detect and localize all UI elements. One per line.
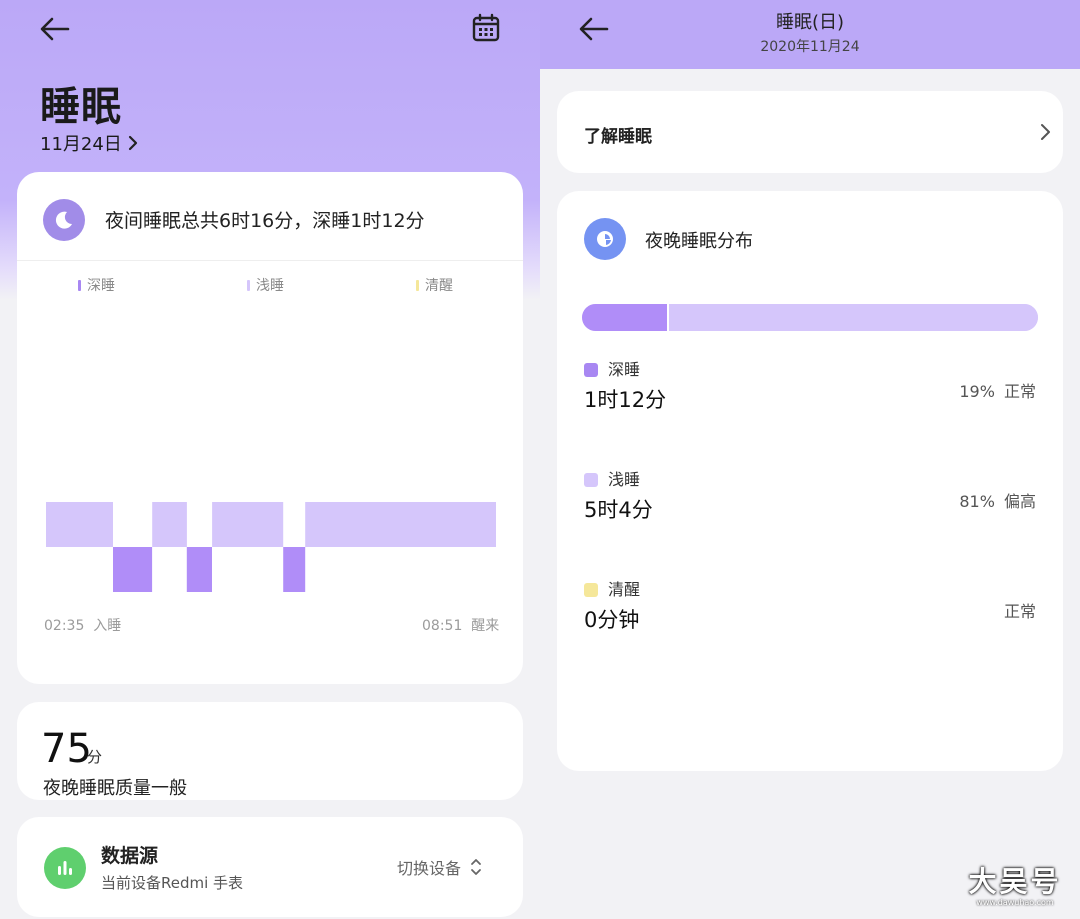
stage-info: 81% 偏高 <box>959 488 1036 512</box>
sleep-distribution-bar <box>582 304 1038 331</box>
page-title: 睡眠 <box>40 84 122 130</box>
stage-duration: 0分钟 <box>584 608 640 632</box>
learn-sleep-button[interactable]: 了解睡眠 <box>557 91 1063 173</box>
sleep-summary-card: 夜间睡眠总共6时16分，深睡1时12分 深睡 浅睡 清醒 02:35 入睡 08… <box>17 172 523 684</box>
sleep-segment-light <box>46 502 113 547</box>
date-label: 11月24日 <box>40 134 122 155</box>
sleep-score-card[interactable]: 75 分 夜晚睡眠质量一般 <box>17 702 523 800</box>
stage-name: 浅睡 <box>608 470 641 489</box>
switch-device-label: 切换设备 <box>397 859 462 878</box>
stage-percent: 81% <box>959 492 995 511</box>
watermark-text: 大吴号 <box>968 865 1062 898</box>
stage-row-awake: 清醒 0分钟 正常 <box>584 576 1036 646</box>
sleep-segment-deep <box>186 547 212 592</box>
stage-name: 深睡 <box>608 360 641 379</box>
stage-name: 清醒 <box>608 580 641 599</box>
legend-item-deep: 深睡 <box>78 275 115 295</box>
legend-item-awake: 清醒 <box>416 275 453 295</box>
stage-status: 正常 <box>1003 602 1036 621</box>
sleep-end-label: 08:51 醒来 <box>422 615 499 635</box>
moon-icon <box>43 199 85 241</box>
switch-device-button[interactable]: 切换设备 <box>397 855 483 879</box>
sleep-start-label: 02:35 入睡 <box>44 615 121 635</box>
sleep-segment-deep <box>113 547 153 592</box>
end-time: 08:51 <box>422 618 463 634</box>
back-arrow-icon[interactable] <box>38 12 72 46</box>
distribution-segment-light <box>668 304 1038 331</box>
chevron-up-down-icon <box>471 859 481 875</box>
end-caption: 醒来 <box>471 618 500 634</box>
chevron-right-icon <box>128 135 137 151</box>
legend-label: 清醒 <box>425 278 453 294</box>
bar-chart-icon <box>44 847 86 889</box>
stage-status: 偏高 <box>1003 492 1036 511</box>
sleep-segment-deep <box>283 547 306 592</box>
legend-label: 浅睡 <box>256 278 284 294</box>
stage-row-light: 浅睡 5时4分 81% 偏高 <box>584 466 1036 536</box>
sleep-stage-chart <box>46 502 496 592</box>
sleep-daily-detail-screen: 睡眠(日) 2020年11月24 了解睡眠 夜晚睡眠分布 深睡 1时12分 19… <box>540 0 1080 919</box>
distribution-title: 夜晚睡眠分布 <box>645 231 753 252</box>
pie-chart-icon <box>584 218 626 260</box>
current-device-label: 当前设备Redmi 手表 <box>101 874 244 892</box>
start-caption: 入睡 <box>93 618 122 634</box>
sleep-segment-light <box>152 502 187 547</box>
stage-swatch <box>584 473 598 487</box>
distribution-segment-deep <box>582 304 669 331</box>
sleep-segment-light <box>212 502 284 547</box>
sleep-summary-text: 夜间睡眠总共6时16分，深睡1时12分 <box>105 210 425 232</box>
divider <box>17 260 523 261</box>
stage-swatch <box>584 583 598 597</box>
chevron-right-icon <box>1041 124 1050 140</box>
date-selector[interactable]: 11月24日 <box>40 130 140 156</box>
page-title: 睡眠(日) <box>775 12 845 33</box>
sleep-score-value: 75 <box>41 726 92 772</box>
stage-duration: 1时12分 <box>584 388 667 412</box>
stage-duration: 5时4分 <box>584 498 653 522</box>
sleep-overview-screen: 睡眠 11月24日 夜间睡眠总共6时16分，深睡1时12分 深睡 浅睡 清醒 0… <box>0 0 540 919</box>
watermark-url: www.dawuhao.com <box>976 898 1054 907</box>
start-time: 02:35 <box>44 618 85 634</box>
watermark-logo: 大吴号 www.dawuhao.com <box>960 860 1070 914</box>
sleep-distribution-card: 夜晚睡眠分布 深睡 1时12分 19% 正常 浅睡 5时4分 81% 偏高 清醒… <box>557 191 1063 771</box>
legend-swatch <box>247 279 250 291</box>
sleep-quality-description: 夜晚睡眠质量一般 <box>43 778 187 799</box>
sleep-score-unit: 分 <box>87 748 103 766</box>
data-source-card: 数据源 当前设备Redmi 手表 切换设备 <box>17 817 523 917</box>
stage-status: 正常 <box>1003 382 1036 401</box>
stage-info: 正常 <box>1004 598 1036 622</box>
stage-row-deep: 深睡 1时12分 19% 正常 <box>584 356 1036 426</box>
stage-percent: 19% <box>959 382 995 401</box>
calendar-icon[interactable] <box>470 12 502 44</box>
stage-swatch <box>584 363 598 377</box>
sleep-segment-light <box>305 502 496 547</box>
learn-sleep-label: 了解睡眠 <box>584 127 652 147</box>
legend-swatch <box>416 279 419 291</box>
data-source-title: 数据源 <box>101 845 159 867</box>
page-subtitle-date: 2020年11月24 <box>760 39 860 55</box>
legend-item-light: 浅睡 <box>247 275 284 295</box>
stage-info: 19% 正常 <box>959 378 1036 402</box>
legend-swatch <box>78 279 81 291</box>
legend-label: 深睡 <box>87 278 115 294</box>
